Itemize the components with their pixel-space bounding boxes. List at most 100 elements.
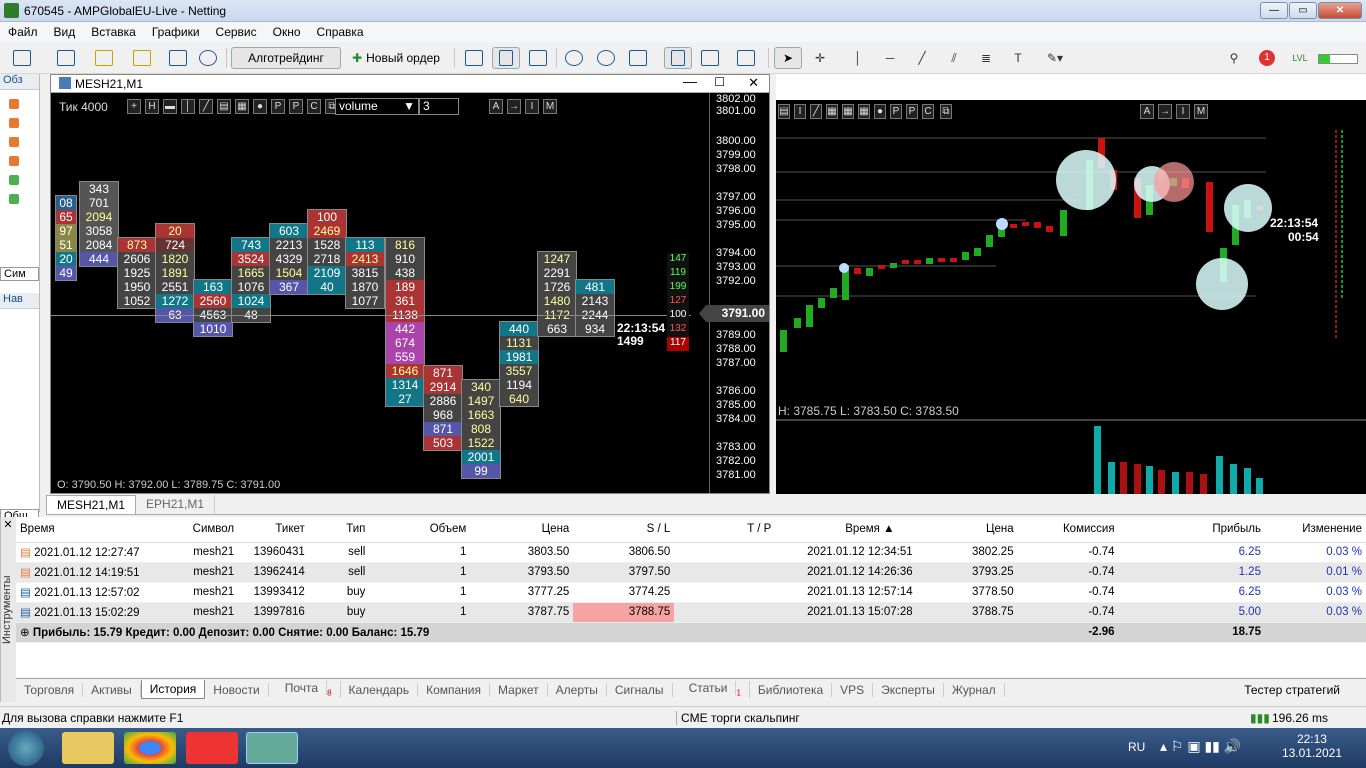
tab-news[interactable]: Новости [205,682,269,697]
footprint-bar-button[interactable]: ▬ [163,99,177,114]
explorer-icon[interactable] [62,732,114,764]
menu-file[interactable]: Файл [0,25,46,39]
col-price[interactable]: Цена [470,517,574,543]
tab-assets[interactable]: Активы [83,682,141,697]
chart-window-mesh21[interactable]: MESH21,M1 — ☐ ✕ Тик 4000 + H ▬ │ ╱ ▤ ▦ ●… [50,73,770,494]
tab-mailbox[interactable]: Почта 8 [269,681,341,698]
footprint-h-button[interactable]: H [145,99,159,114]
menu-service[interactable]: Сервис [208,25,265,39]
zoom-out-icon[interactable] [594,47,618,69]
tile-windows-icon[interactable] [626,47,650,69]
table-row[interactable]: ▤ 2021.01.12 12:27:47 mesh21 13960431 sell… [16,542,1366,563]
symbols-tab[interactable]: Сим [0,267,39,281]
market-watch-header[interactable]: Обз [0,74,39,90]
trendline-icon[interactable]: ╱ [910,47,934,69]
tab-alerts[interactable]: Алерты [548,682,607,697]
shapes-icon[interactable]: ✎▾ [1038,47,1072,69]
horizontal-line-icon[interactable]: ─ [878,47,902,69]
chart-window-secondary[interactable]: ▤ I ╱ ▦ ▦ ▦ ● P P C ⧉ A → I M 22:13:54 0… [776,74,1366,494]
tab-journal[interactable]: Журнал [944,682,1005,697]
clock[interactable]: 22:13 13.01.2021 [1282,732,1342,760]
lvl-icon[interactable]: LVL [1288,47,1312,69]
col-tp[interactable]: T / P [674,517,776,543]
footprint-table-button[interactable]: ▦ [235,99,249,114]
tab-history[interactable]: История [140,680,206,699]
i-button[interactable]: I [525,99,539,114]
m-button[interactable]: M [543,99,557,114]
templates-icon[interactable] [734,47,758,69]
yandex-icon[interactable] [186,732,238,764]
col-close-time[interactable]: Время ▲ [775,517,917,543]
maximize-button[interactable]: ▭ [1289,2,1317,19]
navigator-icon[interactable] [130,47,154,69]
col-change[interactable]: Изменение [1264,517,1366,543]
table-row[interactable]: ▤ 2021.01.13 15:02:29 mesh21 13997816 buy … [16,602,1366,623]
footprint-c-button[interactable]: C [307,99,321,114]
col-close-price[interactable]: Цена [916,517,1018,543]
chart-close-button[interactable]: ✕ [748,75,759,91]
metatrader-icon[interactable] [246,732,298,764]
toolbox-label[interactable]: Инструменты [0,517,16,702]
cursor-icon[interactable]: ➤ [774,47,802,69]
auto-button[interactable]: A [489,99,503,114]
chrome-icon[interactable] [124,732,176,764]
tab-eph21[interactable]: EPH21,M1 [136,495,216,514]
toolbox-close-icon[interactable]: ✕ [2,518,14,531]
text-icon[interactable]: T [1006,47,1030,69]
chart-maximize-button[interactable]: ☐ [714,75,725,89]
start-button[interactable] [8,730,44,766]
equidistant-channel-icon[interactable]: ⫽ [942,47,966,69]
tab-trade[interactable]: Торговля [16,682,84,697]
footprint-p-button[interactable]: P [271,99,285,114]
market-watch-icon[interactable] [92,47,116,69]
data-window-icon[interactable] [166,47,190,69]
tab-experts[interactable]: Эксперты [873,682,944,697]
close-button[interactable]: ✕ [1318,2,1362,19]
status-profile[interactable]: CME торги скальпинг [676,711,800,725]
col-time[interactable]: Время [16,517,153,543]
tab-mesh21[interactable]: MESH21,M1 [46,495,137,514]
tab-company[interactable]: Компания [418,682,491,697]
search-icon[interactable]: ⚲ [1224,47,1244,69]
col-type[interactable]: Тип [308,517,370,543]
footprint-add-button[interactable]: + [127,99,141,114]
navigator-header[interactable]: Нав [0,293,39,309]
chart-shift-icon[interactable] [698,47,722,69]
param-stepper[interactable]: 3 [419,98,459,115]
col-profit[interactable]: Прибыль [1118,517,1265,543]
table-row[interactable]: ▤ 2021.01.13 12:57:02 mesh21 13993412 buy … [16,582,1366,603]
footprint-dot-button[interactable]: ● [253,99,267,114]
new-order-button[interactable]: ✚ Новый ордер [346,47,446,69]
line-chart-icon[interactable] [526,47,550,69]
fibonacci-icon[interactable]: ≣ [974,47,998,69]
bar-chart-icon[interactable] [462,47,486,69]
algo-trading-button[interactable]: Алготрейдинг [231,47,341,69]
vertical-line-icon[interactable]: │ [846,47,870,69]
tab-library[interactable]: Библиотека [750,682,833,697]
col-sl[interactable]: S / L [573,517,675,543]
tab-signals[interactable]: Сигналы [607,682,673,697]
profiles-icon[interactable] [52,47,80,69]
auto-scroll-icon[interactable] [664,47,692,69]
tab-market[interactable]: Маркет [490,682,548,697]
col-volume[interactable]: Объем [369,517,471,543]
col-symbol[interactable]: Символ [152,517,239,543]
arrow-button[interactable]: → [507,99,521,114]
footprint-grid-button[interactable]: ▤ [217,99,231,114]
chart-minimize-button[interactable]: — [683,73,697,89]
tab-vps[interactable]: VPS [832,682,874,697]
tab-articles[interactable]: Статьи 1 [673,681,750,698]
table-row[interactable]: ▤ 2021.01.12 14:19:51 mesh21 13962414 sell… [16,562,1366,583]
menu-insert[interactable]: Вставка [83,25,144,39]
signals-icon[interactable] [196,47,220,69]
candlestick-icon[interactable] [492,47,520,69]
language-indicator[interactable]: RU [1128,740,1145,754]
crosshair-icon[interactable]: ✛ [808,47,832,69]
col-commission[interactable]: Комиссия [1017,517,1119,543]
tray-icons[interactable]: ▴ ⚐ ▣ ▮▮ 🔊 [1160,738,1241,755]
new-chart-icon[interactable] [8,47,36,69]
footprint-pb-button[interactable]: P [289,99,303,114]
footprint-diag-button[interactable]: ╱ [199,99,213,114]
notifications-icon[interactable]: 1 [1252,47,1282,69]
menu-help[interactable]: Справка [309,25,372,39]
